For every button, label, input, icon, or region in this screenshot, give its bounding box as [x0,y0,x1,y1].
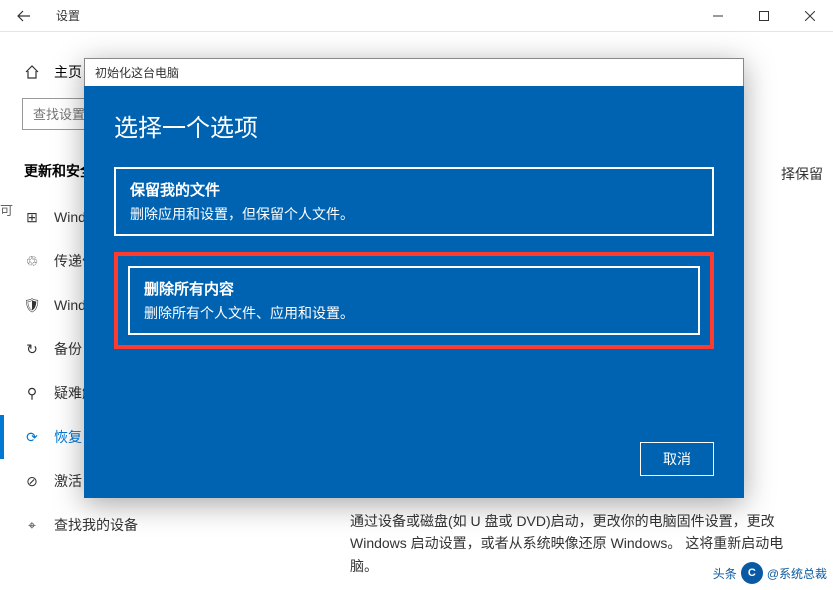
close-icon [805,11,815,21]
nav-item-7[interactable]: ⌖ 查找我的设备 [20,503,330,547]
option-desc: 删除应用和设置，但保留个人文件。 [130,204,698,224]
left-edge-text: 可 [0,200,8,219]
nav-label: 激活 [54,471,82,491]
reset-option-1[interactable]: 删除所有内容删除所有个人文件、应用和设置。 [128,266,700,335]
nav-icon: ⊞ [24,209,40,225]
window-titlebar: 设置 [0,0,833,32]
dialog-titlebar: 初始化这台电脑 [84,58,744,86]
nav-icon: ⌖ [24,517,40,533]
option-list: 保留我的文件删除应用和设置，但保留个人文件。删除所有内容删除所有个人文件、应用和… [114,167,714,349]
nav-icon: ↻ [24,341,40,357]
nav-icon: 🛡 [24,297,40,313]
nav-icon: ♲ [24,253,40,269]
option-title: 删除所有内容 [144,278,684,299]
nav-label: 查找我的设备 [54,515,138,535]
minimize-icon [713,11,723,21]
nav-icon: ⟳ [24,429,40,445]
reset-option-0[interactable]: 保留我的文件删除应用和设置，但保留个人文件。 [114,167,714,236]
dialog-heading: 选择一个选项 [114,108,714,143]
partial-text-right: 择保留 [781,164,823,184]
option-highlight: 删除所有内容删除所有个人文件、应用和设置。 [114,252,714,349]
nav-label: 备份 [54,339,82,359]
reset-pc-dialog: 初始化这台电脑 选择一个选项 保留我的文件删除应用和设置，但保留个人文件。删除所… [84,58,744,498]
watermark-source: 头条 [713,565,737,582]
nav-label: 恢复 [54,427,82,447]
home-icon [24,64,40,80]
back-button[interactable] [0,0,48,32]
sidebar-home-label: 主页 [54,62,82,82]
option-title: 保留我的文件 [130,179,698,200]
window-controls [695,0,833,32]
window-title: 设置 [48,7,695,24]
option-desc: 删除所有个人文件、应用和设置。 [144,303,684,323]
watermark-badge-icon: C [741,562,763,584]
minimize-button[interactable] [695,0,741,32]
nav-icon: ⚲ [24,385,40,401]
close-button[interactable] [787,0,833,32]
watermark: 头条 C @系统总裁 [713,562,827,584]
nav-icon: ⊘ [24,473,40,489]
maximize-icon [759,11,769,21]
maximize-button[interactable] [741,0,787,32]
arrow-left-icon [17,9,31,23]
cancel-button[interactable]: 取消 [640,442,714,476]
dialog-body: 选择一个选项 保留我的文件删除应用和设置，但保留个人文件。删除所有内容删除所有个… [84,86,744,498]
watermark-handle: @系统总裁 [767,565,827,582]
